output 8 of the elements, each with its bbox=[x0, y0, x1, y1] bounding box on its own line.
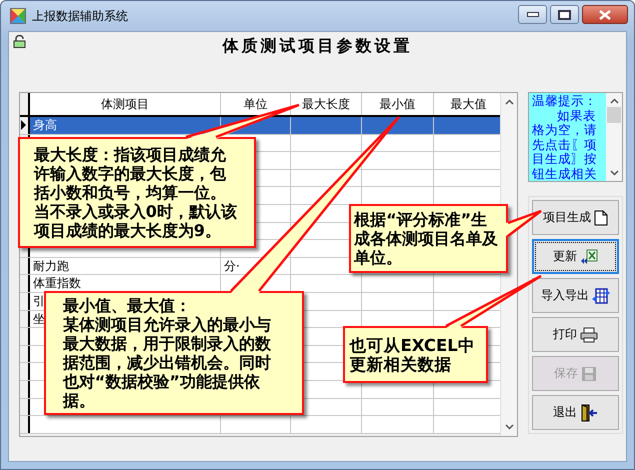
callout-text: 最大长度：指该项目成绩允许输入数字的最大长度，包括小数和负号，均算一位。当不录入或录入0时，默认该项目成绩的最大长度为9。 bbox=[34, 145, 238, 240]
callout-text: 也可从EXCEL中更新相关数据 bbox=[350, 336, 476, 374]
tip-title: 温馨提示： bbox=[532, 94, 598, 108]
callout-text: 根据“评分标准”生成各体测项目名单及单位。 bbox=[354, 210, 500, 267]
table-cell: 耐力跑 bbox=[30, 258, 221, 274]
window-title: 上报数据辅助系统 bbox=[32, 8, 128, 24]
tip-text: 如果表格为空，请先点击〖项目生成〗按钮生成相关 bbox=[532, 108, 598, 181]
page-title: 体质测试项目参数设置 bbox=[222, 36, 412, 57]
